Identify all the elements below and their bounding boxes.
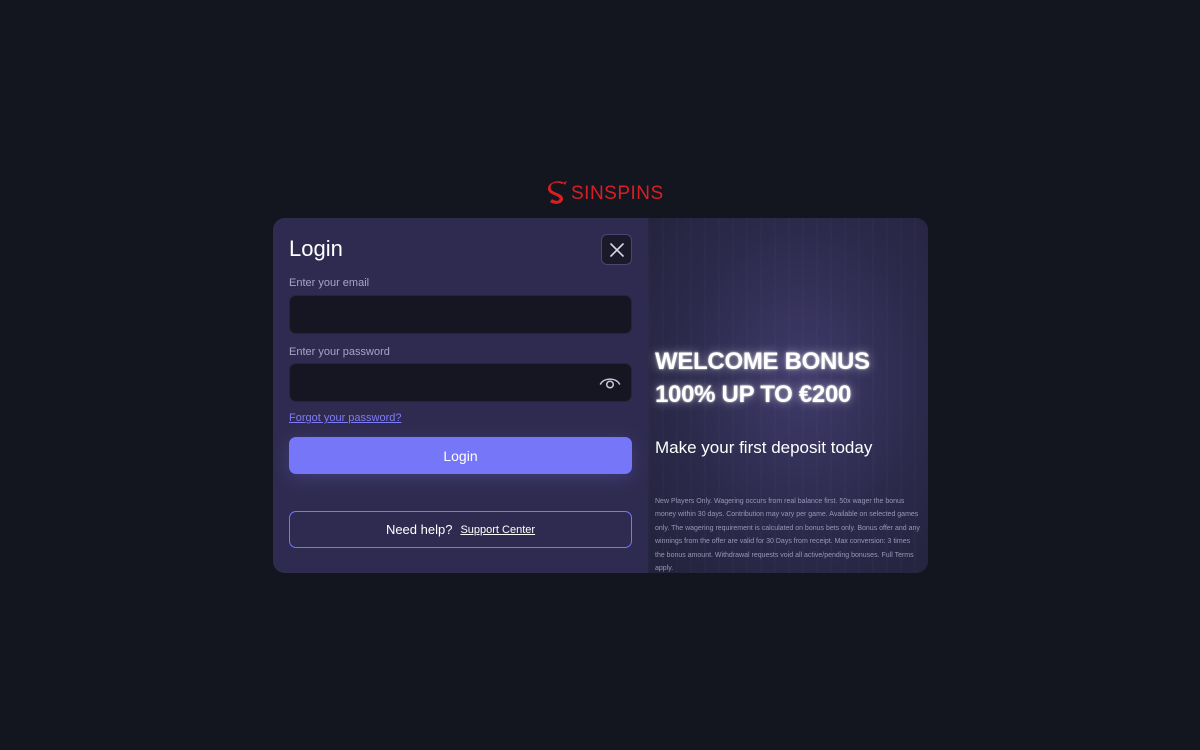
brand-logo[interactable]: SINSPINS — [545, 180, 664, 208]
email-field-container — [289, 295, 632, 334]
close-icon — [609, 242, 624, 257]
login-form-panel: Login Enter your email Enter your passwo… — [273, 218, 648, 573]
close-button[interactable] — [601, 234, 632, 265]
password-field[interactable] — [290, 364, 631, 401]
help-text: Need help? — [385, 522, 453, 537]
forgot-password-link[interactable]: Forgot your password? — [289, 412, 402, 424]
email-field[interactable] — [290, 296, 631, 333]
password-label: Enter your password — [289, 346, 390, 358]
bonus-headline-line2: 100% UP TO €200 — [655, 381, 852, 408]
support-center-link[interactable]: Support Center — [460, 524, 535, 536]
login-button[interactable]: Login — [289, 437, 632, 474]
bonus-headline: WELCOME BONUS 100% UP TO €200 — [655, 345, 870, 411]
serpent-s-logo-icon — [547, 181, 567, 204]
promo-panel: WELCOME BONUS 100% UP TO €200 Make your … — [648, 218, 928, 573]
password-field-container — [289, 363, 632, 402]
eye-icon[interactable] — [599, 374, 621, 392]
login-modal: Login Enter your email Enter your passwo… — [273, 218, 928, 573]
bonus-subheadline: Make your first deposit today — [655, 438, 873, 457]
login-page: SINSPINS Login Enter your email Enter yo… — [0, 0, 1200, 750]
modal-title: Login — [289, 236, 343, 261]
brand-name: SINSPINS — [571, 183, 664, 204]
bonus-terms: New Players Only. Wagering occurs from r… — [655, 498, 920, 573]
bonus-headline-line1: WELCOME BONUS — [655, 348, 870, 375]
email-label: Enter your email — [289, 277, 370, 289]
help-box: Need help? Support Center — [289, 511, 632, 548]
